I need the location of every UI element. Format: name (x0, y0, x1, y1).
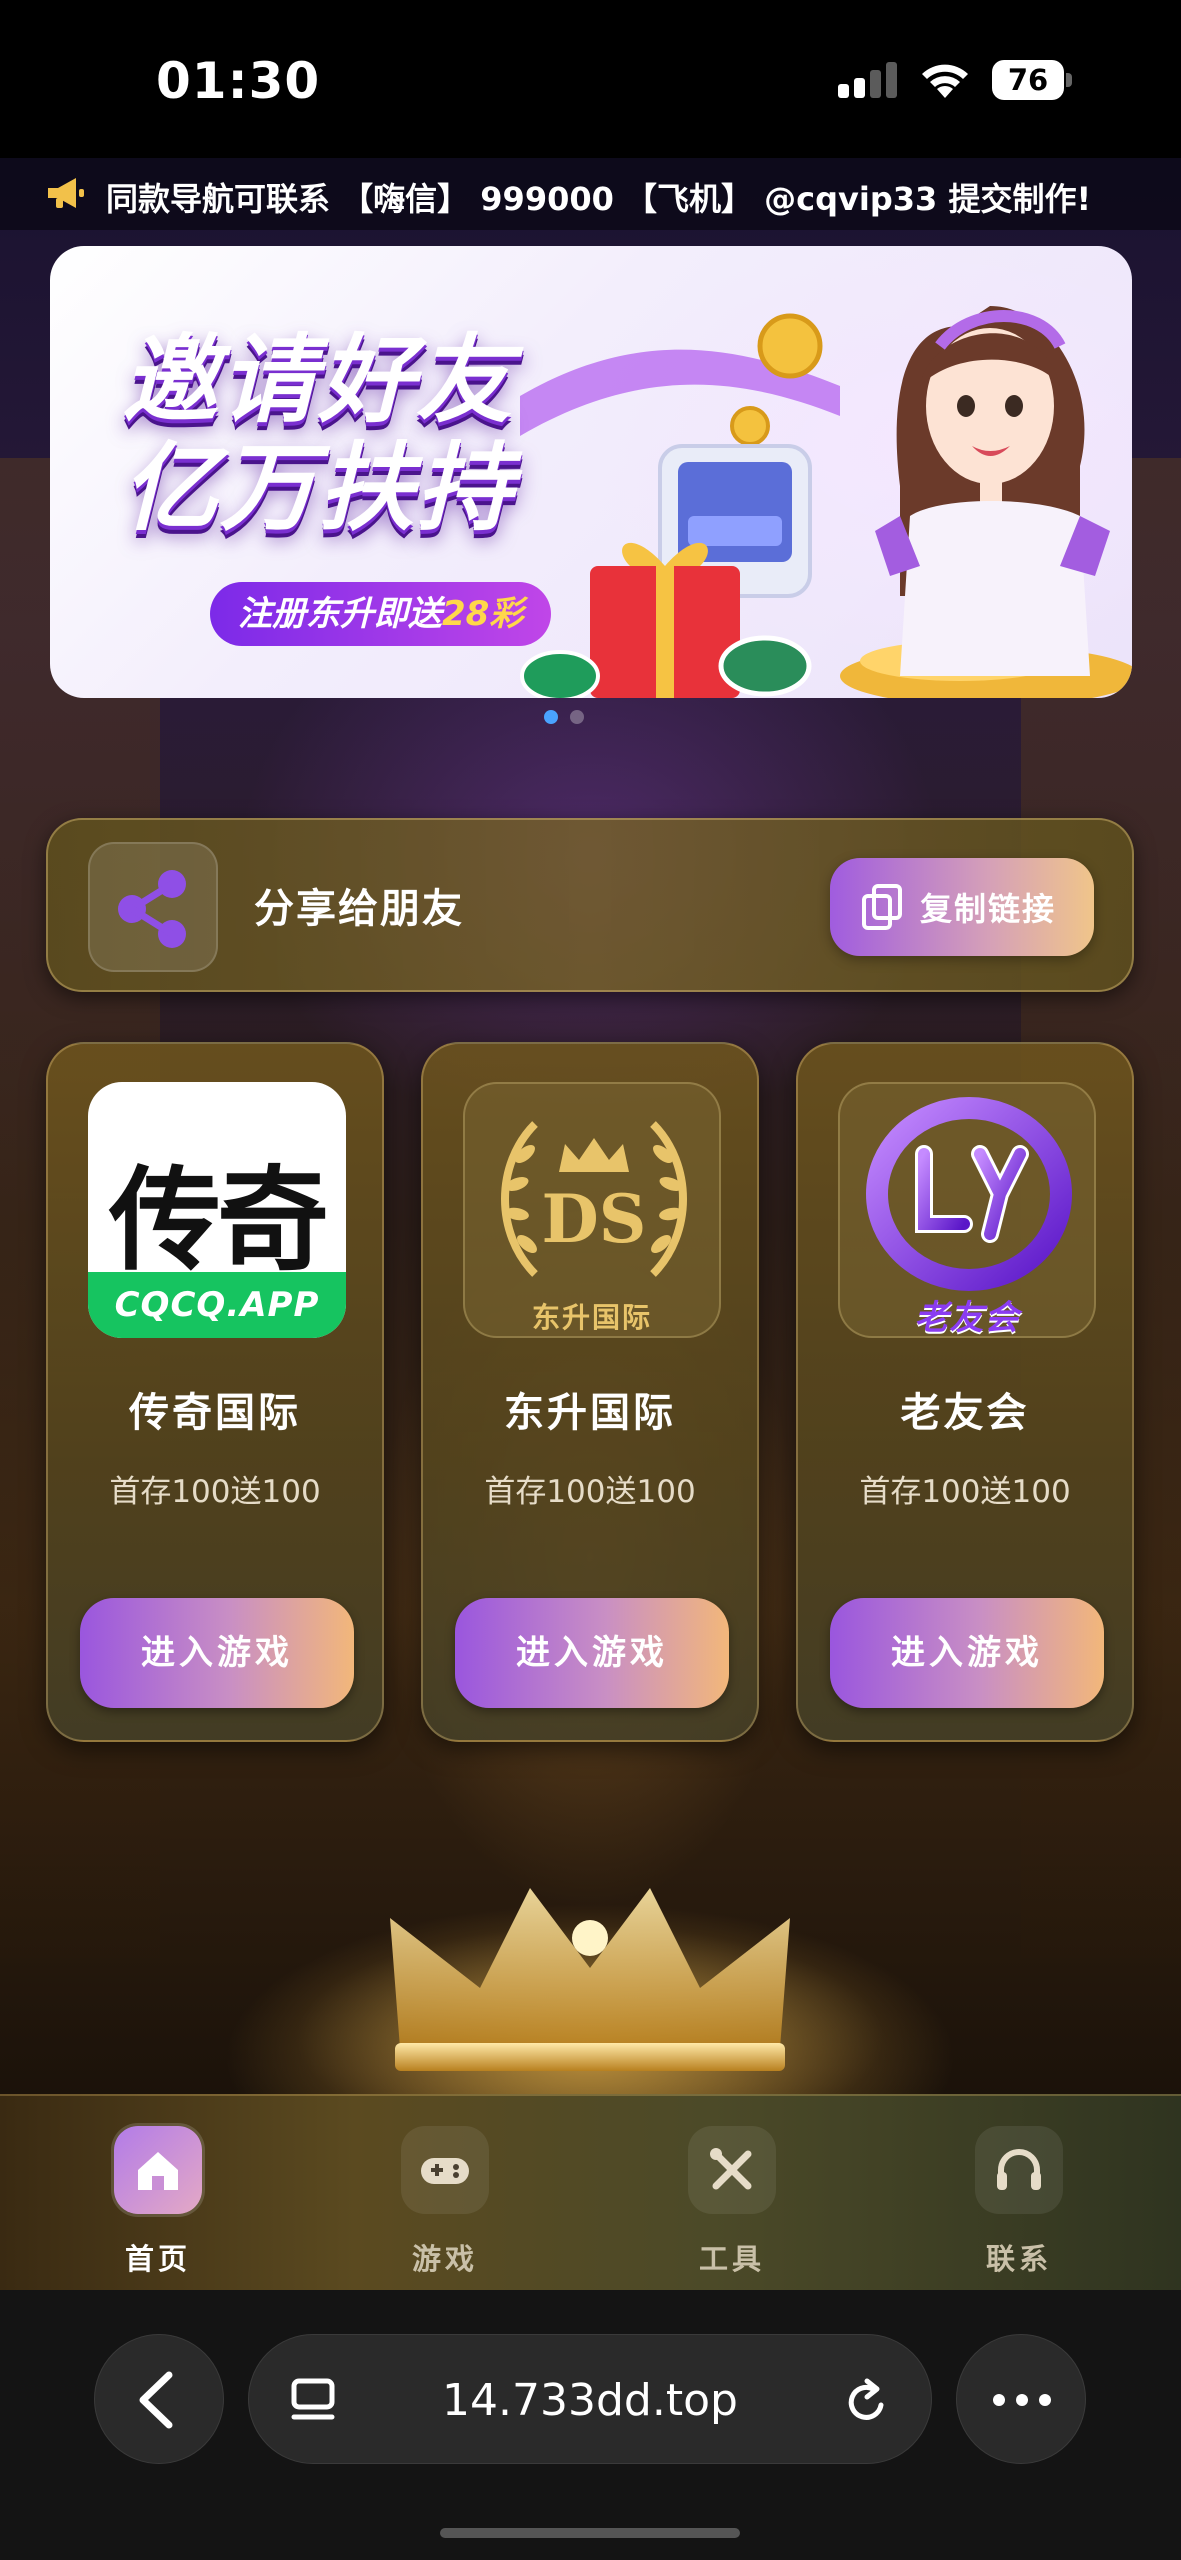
game-name: 老友会 (900, 1390, 1030, 1436)
laoyouhui-logo: 老友会 (838, 1082, 1096, 1338)
tab-tools[interactable]: 工具 (662, 2126, 802, 2276)
game-card-laoyouhui: 老友会 老友会 首存100送100 进入游戏 (796, 1042, 1134, 1742)
bottom-tab-bar: 首页 游戏 工具 联系 (0, 2094, 1181, 2290)
copy-link-button[interactable]: 复制链接 (830, 858, 1094, 956)
tab-label: 工具 (698, 2242, 765, 2276)
game-promo: 首存100送100 (859, 1474, 1071, 1510)
share-card: 分享给朋友 复制链接 (46, 818, 1134, 992)
battery-icon: 76 (992, 60, 1072, 100)
game-card-chuanqi: 传奇 CQCQ.APP 传奇国际 首存100送100 进入游戏 (46, 1042, 384, 1742)
carousel-dot[interactable] (570, 710, 584, 724)
share-icon-box (88, 842, 218, 972)
game-name: 传奇国际 (129, 1390, 301, 1436)
url-text: 14.733dd.top (442, 2375, 738, 2426)
chuanqi-logo-text: 传奇 (109, 1156, 329, 1286)
address-bar[interactable]: 14.733dd.top (248, 2334, 932, 2464)
game-promo: 首存100送100 (484, 1474, 696, 1510)
chuanqi-logo-domain: CQCQ.APP (88, 1272, 346, 1338)
banner-pill-prefix: 注册东升即送 (238, 594, 442, 634)
chevron-left-icon (139, 2371, 173, 2429)
banner-pill: 注册东升即送28彩 (210, 582, 552, 646)
game-card-dongsheng: DS 东升国际 东升国际 首存100送100 进入游戏 (421, 1042, 759, 1742)
carousel-dot-active[interactable] (544, 710, 558, 724)
home-indicator[interactable] (440, 2528, 740, 2538)
tab-games[interactable]: 游戏 (375, 2126, 515, 2276)
cellular-signal-icon (838, 62, 900, 98)
enter-game-button[interactable]: 进入游戏 (455, 1598, 729, 1708)
more-button[interactable] (956, 2334, 1086, 2464)
tab-home[interactable]: 首页 (88, 2126, 228, 2276)
banner-illustration (520, 306, 1132, 698)
tab-label: 联系 (985, 2242, 1052, 2276)
megaphone-icon (48, 178, 84, 208)
copy-link-label: 复制链接 (920, 890, 1057, 928)
dongsheng-logo: DS 东升国际 (463, 1082, 721, 1338)
copy-icon (862, 884, 902, 930)
tab-label: 游戏 (411, 2242, 478, 2276)
share-icon (118, 870, 186, 948)
banner-title-line2: 亿万扶持 (122, 432, 514, 544)
promo-banner[interactable]: 邀请好友 亿万扶持 注册东升即送28彩 (50, 246, 1132, 698)
home-icon (138, 2152, 178, 2190)
banner-title: 邀请好友 亿万扶持 (122, 326, 514, 542)
back-button[interactable] (94, 2334, 224, 2464)
crown-decoration (390, 1888, 790, 2071)
headset-icon (997, 2149, 1041, 2190)
dongsheng-monogram: DS (542, 1180, 647, 1258)
enter-game-button[interactable]: 进入游戏 (830, 1598, 1104, 1708)
wifi-icon (922, 64, 968, 98)
announcement-text: 同款导航可联系 【嗨信】 999000 【飞机】 @cqvip33 提交制作! (106, 180, 1092, 218)
laoyouhui-logo-text: 老友会 (914, 1298, 1020, 1338)
game-name: 东升国际 (504, 1390, 676, 1436)
reload-icon[interactable] (843, 2375, 891, 2427)
chuanqi-logo: 传奇 CQCQ.APP (88, 1082, 346, 1338)
dongsheng-logo-text: 东升国际 (531, 1301, 652, 1334)
game-promo: 首存100送100 (109, 1474, 321, 1510)
banner-pill-highlight: 28彩 (442, 594, 524, 634)
more-dots-icon (993, 2394, 1051, 2406)
gamepad-icon (421, 2158, 469, 2184)
status-time: 01:30 (156, 52, 321, 110)
tab-label: 首页 (124, 2242, 191, 2276)
browser-toolbar: 14.733dd.top (0, 2290, 1181, 2560)
banner-title-line1: 邀请好友 (122, 324, 514, 436)
tools-icon (710, 2148, 752, 2190)
status-bar: 01:30 76 (0, 0, 1181, 158)
carousel-dots (530, 706, 650, 726)
share-label: 分享给朋友 (254, 886, 464, 932)
battery-level: 76 (992, 60, 1064, 100)
announcement-marquee: 同款导航可联系 【嗨信】 999000 【飞机】 @cqvip33 提交制作! (0, 158, 1181, 230)
tab-contact[interactable]: 联系 (949, 2126, 1089, 2276)
enter-game-button[interactable]: 进入游戏 (80, 1598, 354, 1708)
